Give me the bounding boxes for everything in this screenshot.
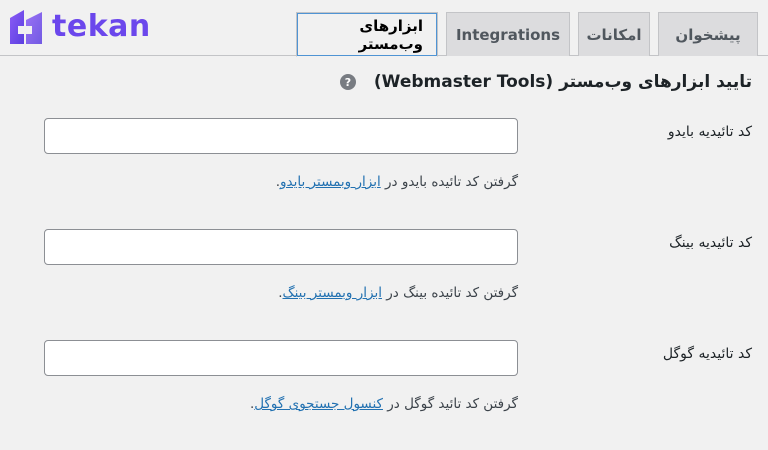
google-desc-text: گرفتن کد تائید گوگل در	[382, 396, 518, 412]
baidu-code-label: کد تائیدیه بایدو	[667, 124, 752, 140]
brand-logo[interactable]: tekan	[6, 6, 151, 48]
google-code-label: کد تائیدیه گوگل	[662, 346, 752, 362]
bing-code-label: کد تائیدیه بینگ	[669, 235, 752, 251]
baidu-desc-text: گرفتن کد تائیده بایدو در	[380, 174, 518, 190]
brand-name: tekan	[52, 9, 151, 44]
bing-webmaster-link[interactable]: ابزار وبمستر بینگ	[283, 285, 382, 301]
logo-mark-icon	[6, 6, 48, 48]
bing-desc-text: گرفتن کد تائیده بینگ در	[381, 285, 518, 301]
google-code-description: گرفتن کد تائید گوگل در کنسول جستجوی گوگل…	[250, 396, 518, 412]
google-search-console-link[interactable]: کنسول جستجوی گوگل	[254, 396, 383, 412]
bing-code-input[interactable]	[44, 229, 518, 265]
tab-bar: پیشخوان امکانات Integrations ابزارهای وب…	[296, 12, 758, 57]
bing-code-description: گرفتن کد تائیده بینگ در ابزار وبمستر بین…	[278, 285, 518, 301]
baidu-code-description: گرفتن کد تائیده بایدو در ابزار وبمستر با…	[276, 174, 518, 190]
tab-webmaster-tools[interactable]: ابزارهای وب‌مستر	[296, 12, 438, 57]
baidu-code-input[interactable]	[44, 118, 518, 154]
section-heading: تایید ابزارهای وب‌مستر (Webmaster Tools)…	[339, 72, 752, 92]
tab-features[interactable]: امکانات	[578, 12, 650, 56]
help-icon[interactable]: ?	[339, 74, 356, 90]
baidu-webmaster-link[interactable]: ابزار وبمستر بایدو	[280, 174, 381, 190]
tab-integrations[interactable]: Integrations	[446, 12, 570, 56]
section-title: تایید ابزارهای وب‌مستر (Webmaster Tools)	[373, 72, 752, 92]
google-code-input[interactable]	[44, 340, 518, 376]
tab-dashboard[interactable]: پیشخوان	[658, 12, 758, 56]
